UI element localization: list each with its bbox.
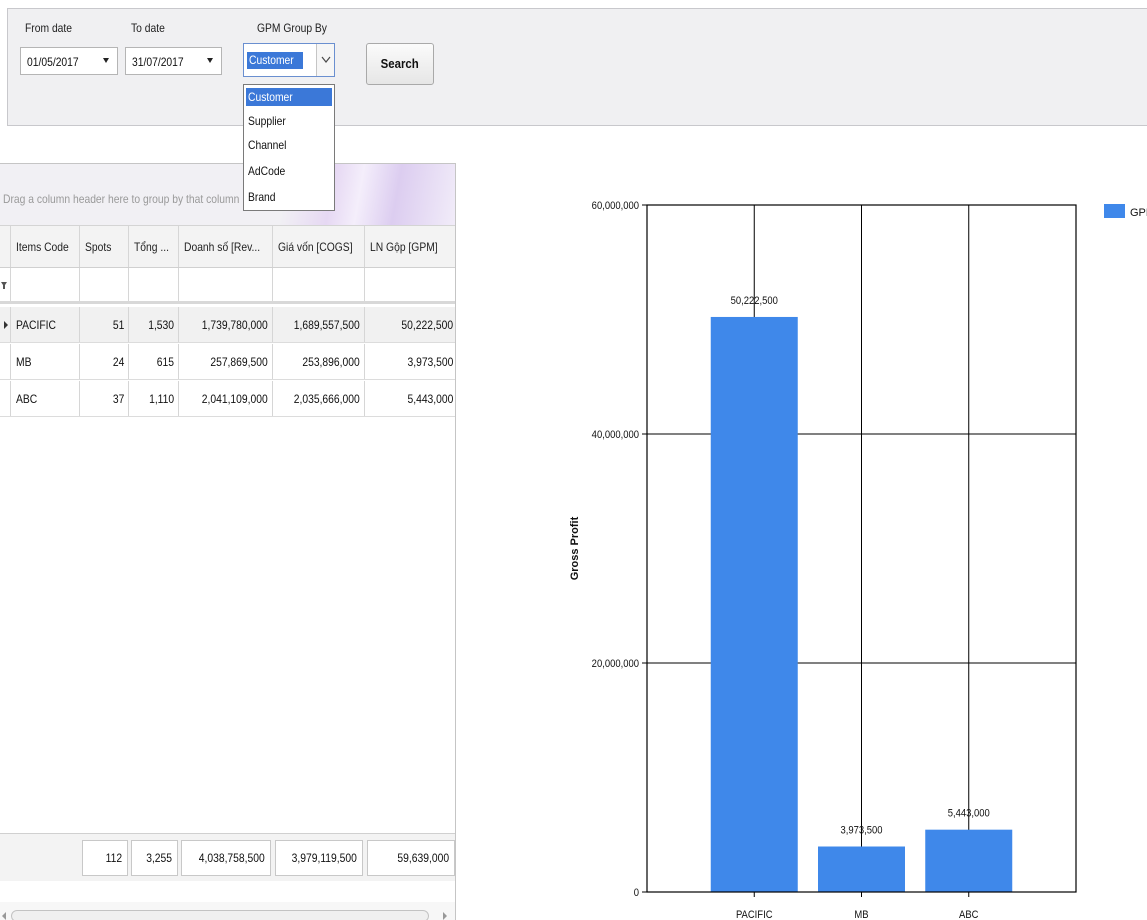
search-button[interactable]: Search [366,43,434,85]
filter-cell-cogs[interactable] [273,268,365,301]
x-tick-label: PACIFIC [736,909,773,920]
table-cell[interactable]: 1,530 [129,307,179,342]
column-header-items-code[interactable]: Items Code [11,226,80,267]
table-cell[interactable]: 50,222,500 [365,307,455,342]
table-cell[interactable]: 3,973,500 [365,344,455,379]
legend-swatch [1104,204,1125,218]
grid-filter-row [0,268,455,304]
y-tick-label: 0 [634,887,640,899]
table-cell[interactable]: 51 [80,307,129,342]
x-tick-label: ABC [959,909,979,920]
to-date-picker[interactable]: 31/07/2017 [125,47,222,75]
scrollbar-thumb[interactable] [11,910,429,920]
table-cell[interactable]: 615 [129,344,179,379]
filter-cell-tong[interactable] [129,268,179,301]
filter-icon [1,282,7,289]
table-row[interactable]: PACIFIC 51 1,530 1,739,780,000 1,689,557… [0,307,455,343]
chevron-down-icon [321,56,331,63]
legend-label: GPM [1130,207,1147,219]
total-tong: 3,255 [131,840,178,876]
bar-value-label: 50,222,500 [731,295,779,307]
gross-profit-chart: 0 20,000,000 40,000,000 60,000,000 50,222,50… [569,200,1147,920]
table-cell[interactable]: 253,896,000 [273,344,365,379]
horizontal-scrollbar[interactable] [0,902,455,920]
table-cell[interactable]: MB [11,344,80,379]
dropdown-option-channel[interactable]: Channel [246,136,332,154]
table-cell[interactable]: 5,443,000 [365,381,455,416]
table-cell[interactable]: 257,869,500 [179,344,273,379]
table-cell[interactable]: 2,041,109,000 [179,381,273,416]
column-header-tong[interactable]: Tổng ... [129,226,179,267]
y-tick-label: 20,000,000 [592,658,640,670]
y-tick-label: 40,000,000 [592,429,640,441]
table-cell[interactable]: 2,035,666,000 [273,381,365,416]
table-cell[interactable]: 1,110 [129,381,179,416]
table-cell[interactable]: 24 [80,344,129,379]
table-row[interactable]: ABC 37 1,110 2,041,109,000 2,035,666,000… [0,381,455,417]
group-by-dropdown-list: Customer Supplier Channel AdCode Brand [243,84,335,211]
y-axis-title: Gross Profit [569,516,581,580]
to-date-label: To date [131,21,165,35]
table-cell[interactable]: 1,689,557,500 [273,307,365,342]
dropdown-option-supplier[interactable]: Supplier [246,112,332,130]
group-panel-hint: Drag a column header here to group by th… [3,192,240,206]
current-row-indicator-icon [4,320,8,329]
column-header-spots[interactable]: Spots [80,226,129,267]
from-date-label: From date [25,21,73,35]
column-header-cogs[interactable]: Giá vốn [COGS] [273,226,365,267]
chart-bar [925,829,1013,892]
scroll-right-icon[interactable] [443,912,447,920]
y-tick-label: 60,000,000 [592,200,640,212]
table-cell[interactable]: 37 [80,381,129,416]
chart-bar [818,846,905,892]
group-by-label: GPM Group By [257,21,327,35]
filter-cell-items-code[interactable] [11,268,80,301]
total-spots: 112 [82,840,128,876]
table-cell[interactable]: 1,739,780,000 [179,307,273,342]
column-header-revenue[interactable]: Doanh số [Rev... [179,226,273,267]
from-date-picker[interactable]: 01/05/2017 [20,47,118,75]
group-by-selected: Customer [247,52,304,69]
from-date-value: 01/05/2017 [27,55,79,69]
to-date-value: 31/07/2017 [132,55,184,69]
group-by-select[interactable]: Customer [243,43,335,77]
filter-cell-gpm[interactable] [365,268,455,301]
table-row[interactable]: MB 24 615 257,869,500 253,896,000 3,973,… [0,344,455,380]
total-revenue: 4,038,758,500 [181,840,271,876]
table-cell[interactable]: ABC [11,381,80,416]
chevron-down-icon[interactable] [207,58,213,63]
table-cell[interactable]: PACIFIC [11,307,80,342]
column-header-gpm[interactable]: LN Gộp [GPM] [365,226,455,267]
dropdown-option-brand[interactable]: Brand [246,188,332,206]
chevron-down-icon[interactable] [103,58,109,63]
group-panel[interactable]: Drag a column header here to group by th… [0,164,455,226]
data-grid: Drag a column header here to group by th… [0,163,456,920]
total-cogs: 3,979,119,500 [275,840,363,876]
group-by-dropdown-button[interactable] [316,44,334,76]
total-gpm: 59,639,000 [367,840,455,876]
scroll-left-icon[interactable] [2,912,6,920]
chart-bar [710,316,798,892]
x-tick-label: MB [854,909,868,920]
grid-header-row: Items Code Spots Tổng ... Doanh số [Rev.… [0,226,455,268]
dropdown-option-adcode[interactable]: AdCode [246,162,332,180]
bar-value-label: 3,973,500 [840,825,882,837]
bar-value-label: 5,443,000 [948,808,990,820]
grid-footer-totals: 112 3,255 4,038,758,500 3,979,119,500 59… [0,833,455,881]
filter-cell-revenue[interactable] [179,268,273,301]
dropdown-option-customer[interactable]: Customer [246,88,332,106]
filter-cell-spots[interactable] [80,268,129,301]
